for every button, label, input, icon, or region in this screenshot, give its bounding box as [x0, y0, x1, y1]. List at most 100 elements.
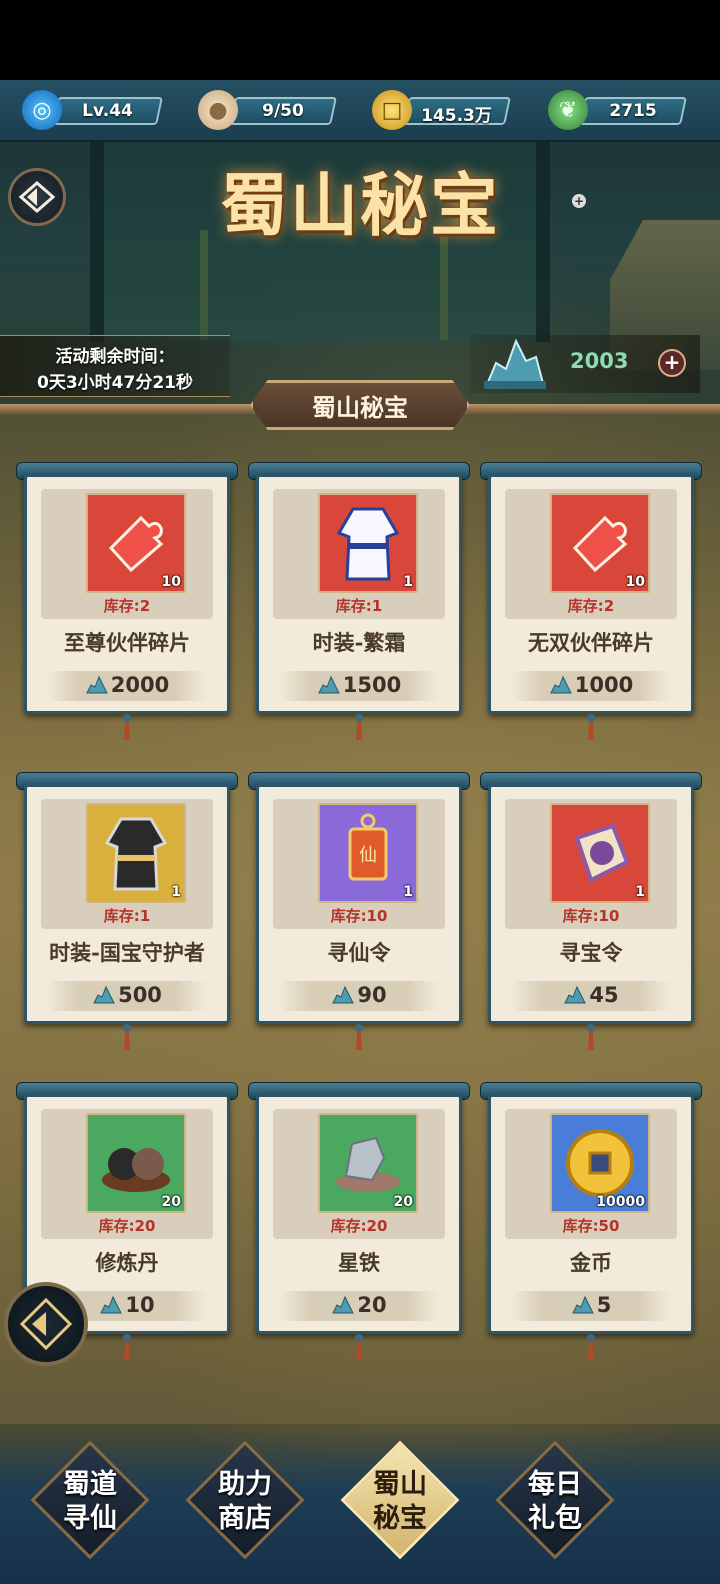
gold-coin-icon: □	[372, 90, 412, 130]
item-stock: 库存:10	[330, 907, 388, 925]
price-button[interactable]: 45	[511, 981, 671, 1011]
item-stock: 库存:20	[330, 1217, 388, 1235]
tassel	[584, 1024, 598, 1052]
timer-value: 0天3小时47分21秒	[37, 373, 193, 393]
token-icon: 仙 1	[318, 803, 418, 903]
card-body: 1 库存:1 时装-繁霜 1500	[256, 474, 462, 714]
shop-item-card[interactable]: 仙 1 库存:10 寻仙令 90	[248, 772, 470, 1052]
jade-mountain-icon	[85, 675, 108, 694]
price-button[interactable]: 1000	[511, 671, 671, 701]
back-arrow-icon	[18, 181, 56, 213]
item-name: 星铁	[338, 1250, 380, 1275]
gold-coin-icon: 10000	[550, 1113, 650, 1213]
svg-text:仙: 仙	[359, 845, 377, 866]
item-name: 时装-繁霜	[312, 630, 406, 655]
item-frame: 1 库存:10	[505, 799, 677, 929]
price-button[interactable]: 1500	[279, 671, 439, 701]
card-body: 1 库存:1 时装-国宝守护者 500	[24, 784, 230, 1024]
add-jade-button[interactable]: +	[658, 349, 686, 377]
item-price: 90	[357, 983, 387, 1007]
item-price: 1500	[342, 673, 402, 697]
jade-currency: 2003 +	[470, 335, 700, 393]
shop-item-card[interactable]: 10 库存:2 无双伙伴碎片 1000	[480, 462, 702, 742]
jade-mountain-icon	[317, 675, 340, 694]
nav-daily-gift[interactable]: 每日 礼包	[495, 1440, 615, 1560]
nav-shushan-mibao[interactable]: 蜀山 秘宝	[340, 1440, 460, 1560]
timer-label: 活动剩余时间：	[55, 347, 175, 367]
shop-item-card[interactable]: 10000 库存:50 金币 5	[480, 1082, 702, 1362]
leaf-display[interactable]: 2715	[579, 97, 687, 125]
jade-count: 2003	[570, 349, 629, 373]
price-button[interactable]: 2000	[47, 671, 207, 701]
stamina-display[interactable]: 9/50	[229, 97, 337, 125]
item-stock: 库存:20	[98, 1217, 156, 1235]
item-quantity: 10	[161, 574, 181, 590]
tassel	[352, 1334, 366, 1362]
jade-mountain-icon	[564, 985, 587, 1004]
jade-mountain-icon	[332, 985, 355, 1004]
item-quantity: 1	[403, 574, 413, 590]
price-button[interactable]: 500	[47, 981, 207, 1011]
tassel	[352, 714, 366, 742]
black-robe-icon: 1	[86, 803, 186, 903]
jade-mountain-icon	[100, 1295, 123, 1314]
card-body: 1 库存:10 寻宝令 45	[488, 784, 694, 1024]
item-price: 500	[118, 983, 162, 1007]
pill-icon: 20	[86, 1113, 186, 1213]
item-frame: 1 库存:1	[273, 489, 445, 619]
tassel	[120, 1334, 134, 1362]
item-frame: 20 库存:20	[41, 1109, 213, 1239]
card-body: 20 库存:20 星铁 20	[256, 1094, 462, 1334]
shop-item-card[interactable]: 1 库存:10 寻宝令 45	[480, 772, 702, 1052]
jade-mountain-icon	[549, 675, 572, 694]
item-price: 2000	[110, 673, 170, 697]
item-quantity: 1	[171, 884, 181, 900]
price-button[interactable]: 90	[279, 981, 439, 1011]
shop-item-card[interactable]: 20 库存:20 星铁 20	[248, 1082, 470, 1362]
tassel	[120, 1024, 134, 1052]
nav-zhuli-shop[interactable]: 助力 商店	[185, 1440, 305, 1560]
jade-mountain-icon	[93, 985, 115, 1004]
floating-menu-button[interactable]	[4, 1282, 88, 1366]
add-leaf-icon[interactable]: +	[572, 194, 586, 208]
item-name: 寻宝令	[559, 940, 623, 965]
jade-leaf-icon: ❦	[548, 90, 588, 130]
shop-item-card[interactable]: 1 库存:1 时装-国宝守护者 500	[16, 772, 238, 1052]
jade-mountain-icon	[332, 1295, 355, 1314]
shop-item-card[interactable]: 1 库存:1 时装-繁霜 1500	[248, 462, 470, 742]
level-display: Lv.44	[52, 97, 163, 125]
item-frame: 20 库存:20	[273, 1109, 445, 1239]
item-stock: 库存:50	[562, 1217, 620, 1235]
shop-item-card[interactable]: 10 库存:2 至尊伙伴碎片 2000	[16, 462, 238, 742]
event-timer: 活动剩余时间： 0天3小时47分21秒	[0, 335, 230, 397]
item-price: 1000	[574, 673, 634, 697]
card-body: 仙 1 库存:10 寻仙令 90	[256, 784, 462, 1024]
item-stock: 库存:10	[562, 907, 620, 925]
status-bar-area	[0, 0, 720, 80]
steamed-bun-icon: ●	[198, 90, 238, 130]
white-robe-icon: 1	[318, 493, 418, 593]
item-frame: 仙 1 库存:10	[273, 799, 445, 929]
back-button[interactable]	[8, 168, 66, 226]
nav-shudao-xunxian[interactable]: 蜀道 寻仙	[30, 1440, 150, 1560]
tassel	[352, 1024, 366, 1052]
coin-display[interactable]: 145.3万	[403, 97, 511, 126]
item-quantity: 10	[625, 574, 645, 590]
item-price: 10	[125, 1293, 155, 1317]
tassel	[584, 1334, 598, 1362]
item-price: 5	[596, 1293, 612, 1317]
item-quantity: 1	[635, 884, 645, 900]
diamond-arrow-icon	[19, 1297, 73, 1351]
price-button[interactable]: 5	[511, 1291, 671, 1321]
section-title: 蜀山秘宝	[250, 380, 470, 430]
treasure-map-icon: 1	[550, 803, 650, 903]
item-name: 至尊伙伴碎片	[64, 630, 190, 655]
price-button[interactable]: 20	[279, 1291, 439, 1321]
item-quantity: 1	[403, 884, 413, 900]
item-stock: 库存:2	[567, 597, 615, 615]
item-quantity: 10000	[596, 1194, 645, 1210]
puzzle-piece-icon: 10	[550, 493, 650, 593]
item-stock: 库存:2	[103, 597, 151, 615]
item-name: 金币	[570, 1250, 612, 1275]
jade-mountain-icon	[571, 1295, 594, 1314]
